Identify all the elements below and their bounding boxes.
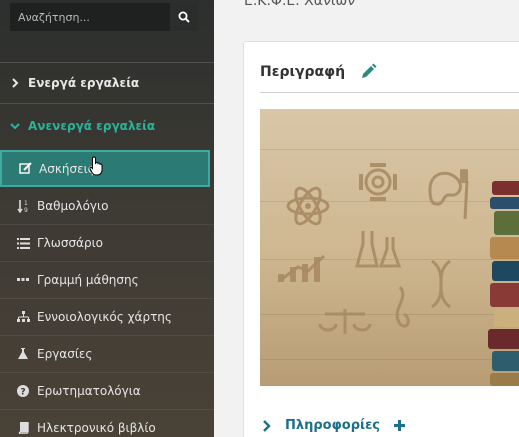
chevron-right-icon bbox=[263, 419, 271, 432]
sidebar-item-exercises[interactable]: Ασκήσεις bbox=[0, 150, 210, 187]
sidebar-item-ebook[interactable]: Ηλεκτρονικό βιβλίο bbox=[0, 410, 214, 437]
info-label: Πληροφορίες bbox=[285, 418, 381, 433]
list-icon bbox=[16, 237, 30, 249]
section-inactive-tools[interactable]: Ανενεργά εργαλεία bbox=[0, 105, 214, 147]
sidebar-item-glossary[interactable]: Γλωσσάριο bbox=[0, 225, 214, 262]
question-circle-icon: ? bbox=[16, 385, 30, 397]
sidebar-item-label: Εργασίες bbox=[37, 347, 93, 361]
svg-text:?: ? bbox=[20, 388, 25, 398]
sort-numeric-icon: 19 bbox=[16, 199, 30, 213]
sitemap-icon bbox=[16, 311, 30, 323]
flask-icon bbox=[16, 348, 30, 360]
course-image bbox=[260, 109, 519, 386]
chevron-right-icon bbox=[8, 78, 22, 88]
chevron-down-icon bbox=[8, 122, 22, 130]
search-input[interactable] bbox=[10, 3, 170, 31]
sidebar-item-assignments[interactable]: Εργασίες bbox=[0, 336, 214, 373]
svg-text:9: 9 bbox=[24, 207, 28, 213]
sidebar-item-questionnaires[interactable]: ? Ερωτηματολόγια bbox=[0, 373, 214, 410]
page-title: Ε.Κ.Φ.Ε. Χανίων bbox=[244, 0, 356, 9]
search-icon bbox=[178, 11, 190, 23]
search-button[interactable] bbox=[170, 3, 198, 31]
section-active-tools[interactable]: Ενεργά εργαλεία bbox=[0, 62, 214, 104]
edit-icon bbox=[18, 162, 32, 175]
plus-icon[interactable] bbox=[394, 420, 406, 431]
sidebar: Ενεργά εργαλεία Ανενεργά εργαλεία Ασκήσε… bbox=[0, 0, 214, 437]
description-card: Περιγραφή bbox=[243, 41, 519, 437]
sidebar-item-gradebook[interactable]: 19 Βαθμολόγιο bbox=[0, 188, 214, 225]
sidebar-item-label: Ηλεκτρονικό βιβλίο bbox=[37, 421, 156, 435]
hand-cursor-icon bbox=[89, 156, 103, 176]
sidebar-item-learning-path[interactable]: Γραμμή μάθησης bbox=[0, 262, 214, 299]
card-title: Περιγραφή bbox=[260, 64, 346, 80]
ellipsis-icon bbox=[16, 278, 30, 282]
sidebar-item-label: Ασκήσεις bbox=[39, 161, 95, 176]
section-label: Ανενεργά εργαλεία bbox=[28, 119, 156, 133]
info-toggle[interactable]: Πληροφορίες bbox=[262, 418, 406, 433]
sidebar-item-label: Γλωσσάριο bbox=[37, 236, 103, 250]
sidebar-item-label: Γραμμή μάθησης bbox=[37, 273, 139, 287]
section-label: Ενεργά εργαλεία bbox=[28, 76, 140, 90]
search-bar bbox=[10, 3, 198, 31]
book-icon bbox=[16, 422, 30, 434]
svg-text:1: 1 bbox=[24, 200, 28, 207]
sidebar-item-label: Ερωτηματολόγια bbox=[37, 384, 141, 398]
divider bbox=[260, 92, 519, 93]
pencil-icon[interactable] bbox=[360, 63, 377, 80]
sidebar-item-label: Βαθμολόγιο bbox=[37, 199, 109, 213]
sidebar-item-label: Εννοιολογικός χάρτης bbox=[37, 310, 172, 324]
sidebar-item-concept-map[interactable]: Εννοιολογικός χάρτης bbox=[0, 299, 214, 336]
